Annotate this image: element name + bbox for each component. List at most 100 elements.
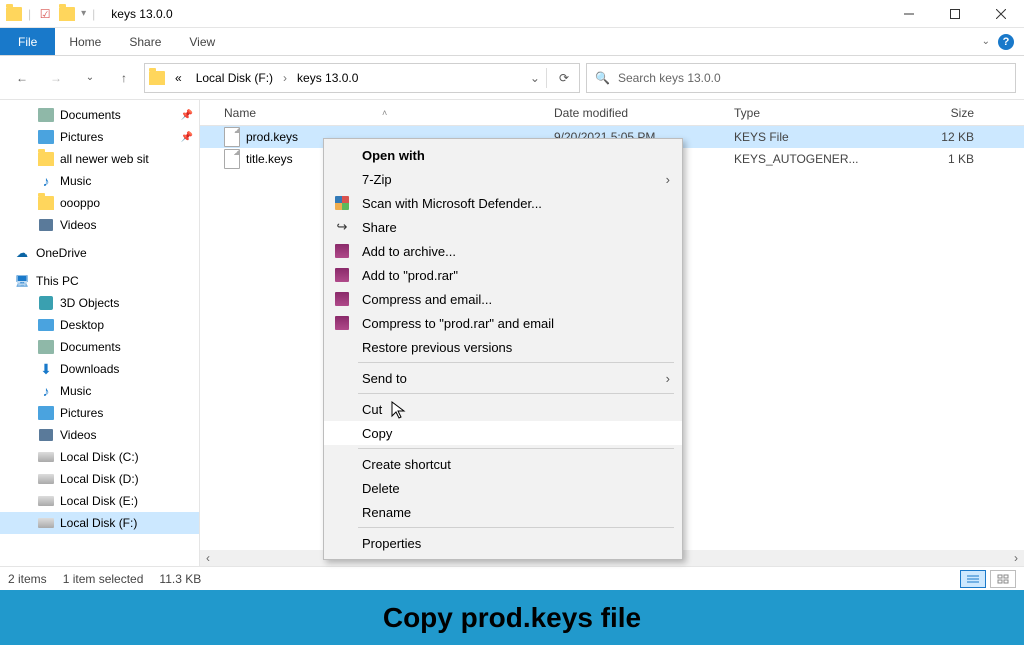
- this-pc-child[interactable]: Local Disk (D:): [0, 468, 199, 490]
- context-menu-label: Restore previous versions: [362, 340, 512, 355]
- refresh-icon[interactable]: ⟳: [553, 71, 575, 85]
- up-button[interactable]: ↑: [110, 64, 138, 92]
- this-pc-child[interactable]: Local Disk (C:): [0, 446, 199, 468]
- this-pc-child[interactable]: Desktop: [0, 314, 199, 336]
- context-menu-item[interactable]: Add to "prod.rar": [324, 263, 682, 287]
- context-menu-item[interactable]: Add to archive...: [324, 239, 682, 263]
- ribbon-tabs: File Home Share View ⌄ ?: [0, 28, 1024, 56]
- context-menu-separator: [358, 362, 674, 363]
- file-icon: [224, 127, 240, 147]
- onedrive-icon: ☁: [14, 245, 30, 261]
- context-menu-label: Cut: [362, 402, 382, 417]
- file-tab[interactable]: File: [0, 28, 55, 55]
- scroll-left-icon[interactable]: ‹: [200, 551, 216, 565]
- this-pc-child[interactable]: ⬇Downloads: [0, 358, 199, 380]
- search-box[interactable]: 🔍 Search keys 13.0.0: [586, 63, 1016, 93]
- context-menu-item[interactable]: Properties: [324, 531, 682, 555]
- context-menu-label: Add to archive...: [362, 244, 456, 259]
- details-view-button[interactable]: [960, 570, 986, 588]
- context-menu: Open with 7-Zip › Scan with Microsoft De…: [323, 138, 683, 560]
- tab-view[interactable]: View: [175, 28, 229, 55]
- column-headers[interactable]: Name ˄ Date modified Type Size: [200, 100, 1024, 126]
- back-button[interactable]: ←: [8, 64, 36, 92]
- winrar-icon: [334, 267, 350, 283]
- crumb-sep-icon[interactable]: ›: [283, 71, 287, 85]
- file-type: KEYS_AUTOGENER...: [734, 152, 894, 166]
- sidebar-label: 3D Objects: [60, 296, 119, 310]
- qat-dropdown-icon[interactable]: ▾: [81, 8, 86, 19]
- sidebar-label: Downloads: [60, 362, 119, 376]
- context-menu-label: Open with: [362, 148, 425, 163]
- quick-access-item[interactable]: oooppo: [0, 192, 199, 214]
- onedrive-item[interactable]: ☁ OneDrive: [0, 242, 199, 264]
- this-pc-child[interactable]: Local Disk (F:): [0, 512, 199, 534]
- close-button[interactable]: [978, 0, 1024, 28]
- tab-share[interactable]: Share: [115, 28, 175, 55]
- context-menu-item[interactable]: Scan with Microsoft Defender...: [324, 191, 682, 215]
- col-size[interactable]: Size: [894, 106, 974, 120]
- pictures-icon: [38, 129, 54, 145]
- address-divider: [546, 68, 547, 88]
- scroll-right-icon[interactable]: ›: [1008, 551, 1024, 565]
- quick-access-item[interactable]: Pictures📌: [0, 126, 199, 148]
- context-menu-label: Copy: [362, 426, 392, 441]
- sidebar-label: Local Disk (D:): [60, 472, 139, 486]
- context-menu-item[interactable]: 7-Zip ›: [324, 167, 682, 191]
- quick-access-item[interactable]: ♪Music: [0, 170, 199, 192]
- help-icon[interactable]: ?: [998, 34, 1014, 50]
- address-dropdown-icon[interactable]: ⌄: [530, 71, 540, 85]
- maximize-button[interactable]: [932, 0, 978, 28]
- quick-access-item[interactable]: all newer web sit: [0, 148, 199, 170]
- properties-qat-icon[interactable]: ☑: [37, 6, 53, 22]
- nav-pane[interactable]: Documents📌Pictures📌all newer web sit♪Mus…: [0, 100, 200, 566]
- context-menu-item[interactable]: Cut: [324, 397, 682, 421]
- quick-access-item[interactable]: Documents📌: [0, 104, 199, 126]
- qat-divider: |: [28, 7, 31, 21]
- col-name[interactable]: Name: [224, 106, 256, 120]
- sidebar-label: Music: [60, 384, 91, 398]
- disk-icon: [38, 493, 54, 509]
- context-menu-item[interactable]: Delete: [324, 476, 682, 500]
- tab-home[interactable]: Home: [55, 28, 115, 55]
- address-bar[interactable]: « Local Disk (F:) › keys 13.0.0 ⌄ ⟳: [144, 63, 580, 93]
- this-pc-child[interactable]: Local Disk (E:): [0, 490, 199, 512]
- context-menu-label: Rename: [362, 505, 411, 520]
- context-menu-item[interactable]: Compress to "prod.rar" and email: [324, 311, 682, 335]
- pictures-icon: [38, 405, 54, 421]
- context-menu-item[interactable]: Compress and email...: [324, 287, 682, 311]
- col-type[interactable]: Type: [734, 106, 894, 120]
- col-date[interactable]: Date modified: [554, 106, 734, 120]
- this-pc-child[interactable]: Documents: [0, 336, 199, 358]
- recent-dropdown[interactable]: ⌄: [76, 64, 104, 92]
- status-bar: 2 items 1 item selected 11.3 KB: [0, 566, 1024, 590]
- minimize-button[interactable]: [886, 0, 932, 28]
- folder-qat-icon[interactable]: [59, 6, 75, 22]
- crumb-prefix[interactable]: «: [171, 71, 186, 85]
- context-menu-item[interactable]: Rename: [324, 500, 682, 524]
- large-icons-view-button[interactable]: [990, 570, 1016, 588]
- this-pc-child[interactable]: 3D Objects: [0, 292, 199, 314]
- winrar-icon: [334, 243, 350, 259]
- this-pc-child[interactable]: Pictures: [0, 402, 199, 424]
- this-pc-item[interactable]: 🖥This PC: [0, 270, 199, 292]
- ribbon-expand-icon[interactable]: ⌄: [982, 36, 990, 47]
- sidebar-label: OneDrive: [36, 246, 87, 260]
- this-pc-child[interactable]: ♪Music: [0, 380, 199, 402]
- crumb-1[interactable]: keys 13.0.0: [293, 71, 362, 85]
- this-pc-child[interactable]: Videos: [0, 424, 199, 446]
- forward-button[interactable]: →: [42, 64, 70, 92]
- context-menu-separator: [358, 393, 674, 394]
- context-menu-item[interactable]: ↪ Share: [324, 215, 682, 239]
- context-menu-item[interactable]: Open with: [324, 143, 682, 167]
- sidebar-label: Pictures: [60, 406, 103, 420]
- disk-icon: [38, 471, 54, 487]
- context-menu-label: 7-Zip: [362, 172, 392, 187]
- sidebar-label: all newer web sit: [60, 152, 149, 166]
- quick-access-item[interactable]: Videos: [0, 214, 199, 236]
- context-menu-item[interactable]: Create shortcut: [324, 452, 682, 476]
- context-menu-item[interactable]: Copy: [324, 421, 682, 445]
- context-menu-item[interactable]: Restore previous versions: [324, 335, 682, 359]
- context-menu-item[interactable]: Send to ›: [324, 366, 682, 390]
- music-icon: ♪: [38, 173, 54, 189]
- crumb-0[interactable]: Local Disk (F:): [192, 71, 277, 85]
